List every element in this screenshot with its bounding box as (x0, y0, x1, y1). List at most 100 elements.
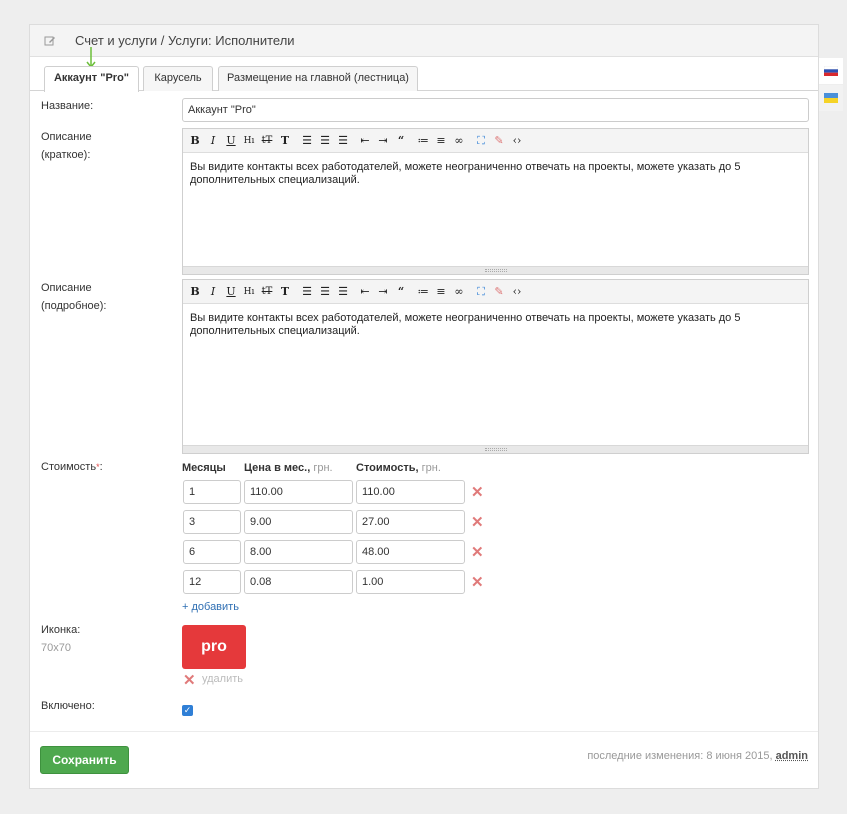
unordered-list-icon[interactable]: ≡ (433, 284, 449, 300)
align-left-icon[interactable]: ☰ (299, 133, 315, 149)
delete-row-icon[interactable]: ✕ (471, 485, 484, 500)
tab-bar: Аккаунт "Pro" Карусель Размещение на гла… (30, 66, 818, 92)
fullscreen-icon[interactable]: ⛶ (473, 284, 489, 300)
full-desc-editor[interactable]: B I U Hı tT T ☰ ☰ ☰ ⇤ ⇥ “ ≔ ≡ ∞ ⛶ ✎ ‹› В… (182, 279, 809, 454)
delete-icon-link[interactable]: удалить (202, 673, 243, 685)
full-desc-label-line1: Описание (41, 282, 92, 294)
language-switcher (819, 58, 843, 111)
enabled-label: Включено: (41, 700, 95, 712)
tab-carousel[interactable]: Карусель (143, 66, 213, 91)
total-input[interactable]: 110.00 (356, 480, 465, 504)
short-desc-content[interactable]: Вы видите контакты всех работодателей, м… (183, 153, 808, 195)
heading-icon[interactable]: Hı (241, 133, 257, 149)
delete-icon[interactable]: ✕ (183, 673, 196, 688)
months-input[interactable]: 12 (183, 570, 241, 594)
strikethrough-icon[interactable]: tT (259, 284, 275, 300)
link-icon[interactable]: ∞ (451, 133, 467, 149)
lang-ua-button[interactable] (819, 85, 843, 111)
total-input[interactable]: 48.00 (356, 540, 465, 564)
underline-icon[interactable]: U (223, 284, 239, 300)
lang-ru-button[interactable] (819, 58, 843, 84)
editor-toolbar: B I U Hı tT T ☰ ☰ ☰ ⇤ ⇥ “ ≔ ≡ ∞ ⛶ ✎ ‹› (183, 129, 808, 153)
col-total-header: Стоимость, грн. (356, 462, 441, 474)
cost-label-colon: : (99, 461, 103, 473)
edit-panel: Счет и услуги / Услуги: Исполнители Акка… (29, 24, 819, 789)
page-title: Счет и услуги / Услуги: Исполнители (75, 33, 295, 48)
icon-label: Иконка: 70x70 (41, 621, 80, 657)
strikethrough-icon[interactable]: tT (259, 133, 275, 149)
russia-flag-icon (824, 66, 838, 76)
unordered-list-icon[interactable]: ≡ (433, 133, 449, 149)
save-button[interactable]: Сохранить (40, 746, 129, 774)
italic-icon[interactable]: I (205, 284, 221, 300)
html-source-icon[interactable]: ‹› (509, 133, 525, 149)
cost-label-text: Стоимость (41, 461, 97, 473)
cost-label: Стоимость*: (41, 458, 103, 476)
link-icon[interactable]: ∞ (451, 284, 467, 300)
ordered-list-icon[interactable]: ≔ (415, 284, 431, 300)
short-desc-line1: Вы видите контакты всех работодателей, м… (190, 161, 741, 173)
eraser-icon[interactable]: ✎ (491, 284, 507, 300)
enabled-checkbox[interactable]: ✓ (182, 705, 193, 716)
delete-row-icon[interactable]: ✕ (471, 515, 484, 530)
footer-divider (30, 731, 818, 732)
eraser-icon[interactable]: ✎ (491, 133, 507, 149)
price-input[interactable]: 8.00 (244, 540, 353, 564)
short-desc-label-line1: Описание (41, 131, 92, 143)
full-desc-label-line2: (подробное): (41, 300, 107, 312)
total-input[interactable]: 27.00 (356, 510, 465, 534)
align-center-icon[interactable]: ☰ (317, 284, 333, 300)
name-input[interactable]: Аккаунт "Pro" (182, 98, 809, 122)
months-input[interactable]: 3 (183, 510, 241, 534)
resize-handle[interactable] (183, 266, 808, 274)
col-total-unit: грн. (421, 462, 441, 474)
short-desc-label-line2: (краткое): (41, 149, 91, 161)
icon-size-hint: 70x70 (41, 642, 71, 654)
align-right-icon[interactable]: ☰ (335, 133, 351, 149)
pro-icon-image: pro (182, 625, 246, 669)
indent-icon[interactable]: ⇥ (375, 284, 391, 300)
heading-icon[interactable]: Hı (241, 284, 257, 300)
short-desc-label: Описание (краткое): (41, 128, 92, 164)
align-center-icon[interactable]: ☰ (317, 133, 333, 149)
add-row-link[interactable]: + добавить (182, 601, 239, 613)
html-source-icon[interactable]: ‹› (509, 284, 525, 300)
align-right-icon[interactable]: ☰ (335, 284, 351, 300)
col-total-text: Стоимость, (356, 462, 419, 474)
italic-icon[interactable]: I (205, 133, 221, 149)
delete-row-icon[interactable]: ✕ (471, 545, 484, 560)
fullscreen-icon[interactable]: ⛶ (473, 133, 489, 149)
resize-handle[interactable] (183, 445, 808, 453)
bold-icon[interactable]: B (187, 284, 203, 300)
full-desc-content[interactable]: Вы видите контакты всех работодателей, м… (183, 304, 808, 346)
outdent-icon[interactable]: ⇤ (357, 284, 373, 300)
col-price-text: Цена в мес., (244, 462, 311, 474)
col-price-header: Цена в мес., грн. (244, 462, 333, 474)
indent-icon[interactable]: ⇥ (375, 133, 391, 149)
price-input[interactable]: 110.00 (244, 480, 353, 504)
align-left-icon[interactable]: ☰ (299, 284, 315, 300)
price-input[interactable]: 9.00 (244, 510, 353, 534)
total-input[interactable]: 1.00 (356, 570, 465, 594)
short-desc-editor[interactable]: B I U Hı tT T ☰ ☰ ☰ ⇤ ⇥ “ ≔ ≡ ∞ ⛶ ✎ ‹› В… (182, 128, 809, 275)
outdent-icon[interactable]: ⇤ (357, 133, 373, 149)
ordered-list-icon[interactable]: ≔ (415, 133, 431, 149)
text-color-icon[interactable]: T (277, 284, 293, 300)
last-change-info: последние изменения: 8 июня 2015, admin (587, 750, 808, 762)
tab-main-placement[interactable]: Размещение на главной (лестница) (218, 66, 418, 91)
quote-icon[interactable]: “ (393, 284, 409, 300)
col-months-header: Месяцы (182, 462, 226, 474)
tab-pro-account[interactable]: Аккаунт "Pro" (44, 66, 139, 92)
bold-icon[interactable]: B (187, 133, 203, 149)
months-input[interactable]: 1 (183, 480, 241, 504)
quote-icon[interactable]: “ (393, 133, 409, 149)
text-color-icon[interactable]: T (277, 133, 293, 149)
last-change-text: последние изменения: 8 июня 2015, (587, 750, 773, 762)
editor-toolbar: B I U Hı tT T ☰ ☰ ☰ ⇤ ⇥ “ ≔ ≡ ∞ ⛶ ✎ ‹› (183, 280, 808, 304)
price-input[interactable]: 0.08 (244, 570, 353, 594)
months-input[interactable]: 6 (183, 540, 241, 564)
delete-row-icon[interactable]: ✕ (471, 575, 484, 590)
col-price-unit: грн. (313, 462, 333, 474)
last-change-user-link[interactable]: admin (776, 750, 808, 762)
underline-icon[interactable]: U (223, 133, 239, 149)
